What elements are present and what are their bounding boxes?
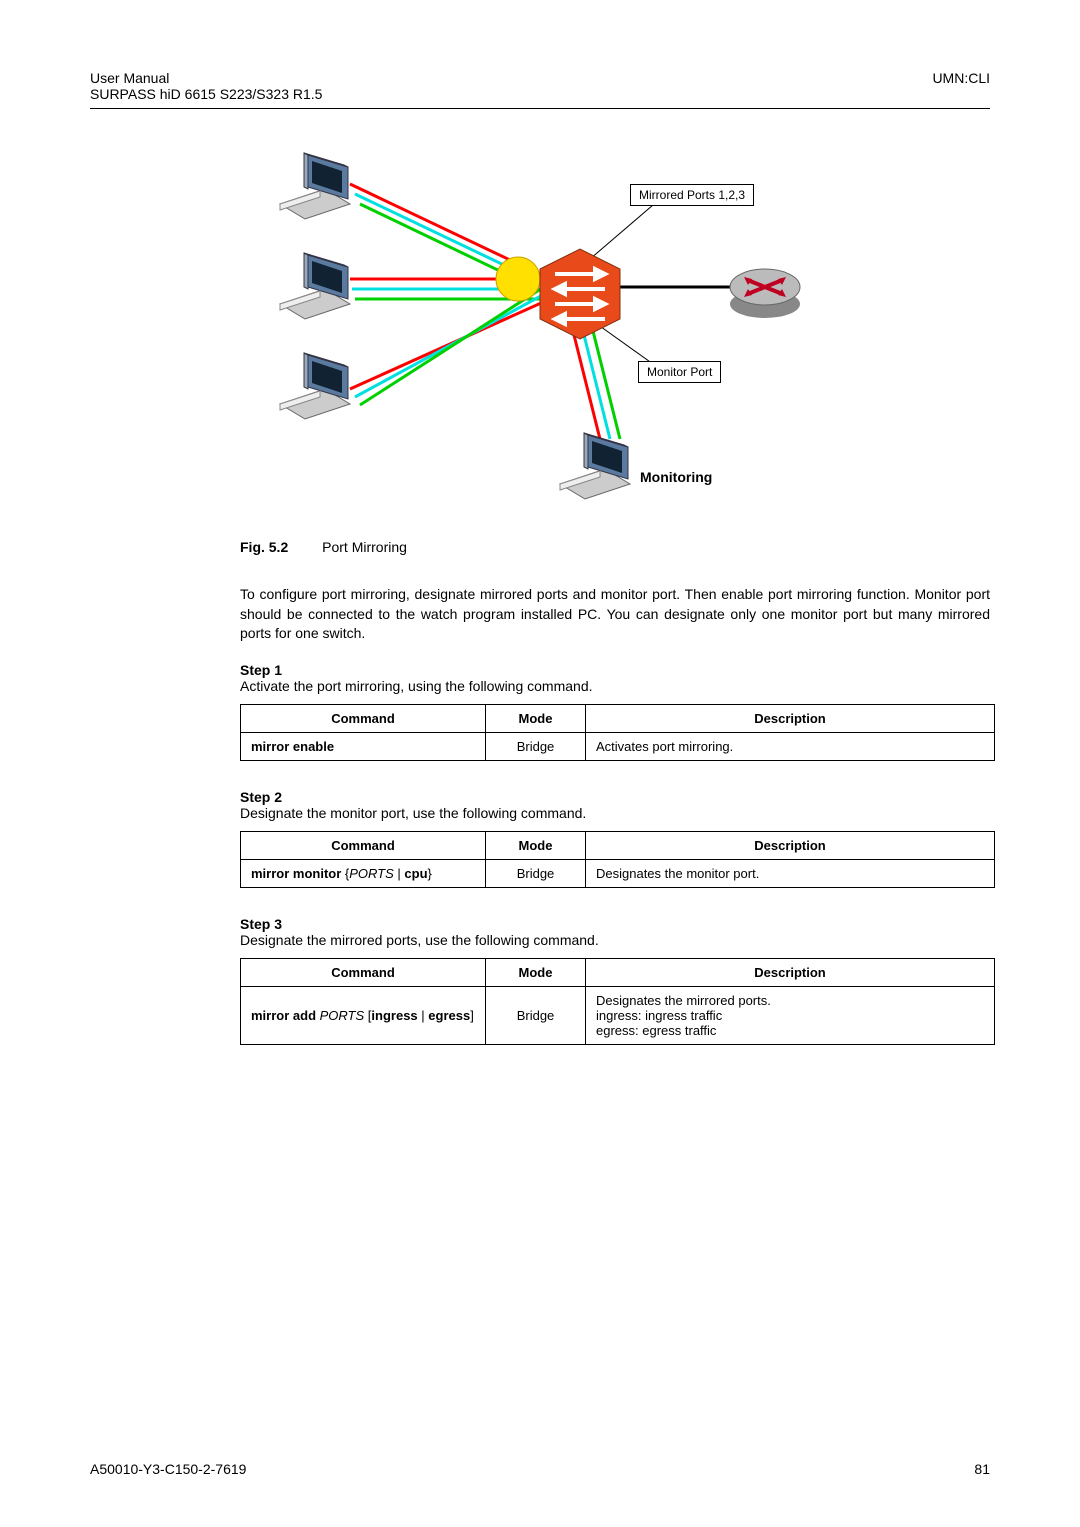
desc-line3: egress: egress traffic [596,1023,984,1038]
step1-heading: Step 1 [240,662,990,678]
th-command: Command [241,831,486,859]
desc-cell: Activates port mirroring. [586,732,995,760]
footer-right: 81 [974,1461,990,1477]
mode-cell: Bridge [486,732,586,760]
cmd-prefix: mirror add [251,1008,320,1023]
th-description: Description [586,704,995,732]
cmd-prefix: mirror monitor [251,866,345,881]
cmd-cpu: cpu [404,866,427,881]
table-row: mirror monitor {PORTS | cpu} Bridge Desi… [241,859,995,887]
page-footer: A50010-Y3-C150-2-7619 81 [90,1461,990,1477]
step1-text: Activate the port mirroring, using the f… [240,678,990,694]
header-subtitle: SURPASS hiD 6615 S223/S323 R1.5 [90,86,322,102]
th-mode: Mode [486,831,586,859]
cmd-pipe: | [418,1008,429,1023]
monitoring-label: Monitoring [640,469,712,485]
th-description: Description [586,958,995,986]
table-row: mirror enable Bridge Activates port mirr… [241,732,995,760]
step3-table: Command Mode Description mirror add PORT… [240,958,995,1045]
mode-cell: Bridge [486,986,586,1044]
th-command: Command [241,958,486,986]
brace-close: } [428,866,432,881]
cmd-ingress: ingress [371,1008,417,1023]
page-header: User Manual SURPASS hiD 6615 S223/S323 R… [90,70,990,102]
desc-line1: Designates the mirrored ports. [596,993,984,1008]
cmd-egress: egress [428,1008,470,1023]
intro-paragraph: To configure port mirroring, designate m… [240,585,990,644]
header-right: UMN:CLI [932,70,990,102]
step2-table: Command Mode Description mirror monitor … [240,831,995,888]
table-header-row: Command Mode Description [241,831,995,859]
monitor-port-label: Monitor Port [638,361,721,383]
cmd-cell: mirror monitor {PORTS | cpu} [241,859,486,887]
th-command: Command [241,704,486,732]
desc-cell: Designates the monitor port. [586,859,995,887]
cmd-ports: PORTS [349,866,394,881]
cmd-ports: PORTS [320,1008,365,1023]
step2-heading: Step 2 [240,789,990,805]
figure-title: Port Mirroring [322,539,407,555]
table-row: mirror add PORTS [ingress | egress] Brid… [241,986,995,1044]
th-mode: Mode [486,704,586,732]
footer-left: A50010-Y3-C150-2-7619 [90,1461,246,1477]
desc-cell: Designates the mirrored ports. ingress: … [586,986,995,1044]
th-description: Description [586,831,995,859]
diagram: Mirrored Ports 1,2,3 Monitor Port Monito… [260,139,820,509]
header-divider [90,108,990,109]
table-header-row: Command Mode Description [241,704,995,732]
step1-table: Command Mode Description mirror enable B… [240,704,995,761]
cmd-text: mirror enable [251,739,334,754]
table-header-row: Command Mode Description [241,958,995,986]
figure-caption: Fig. 5.2 Port Mirroring [240,539,990,555]
mirrored-ports-label: Mirrored Ports 1,2,3 [630,184,754,206]
cmd-cell: mirror add PORTS [ingress | egress] [241,986,486,1044]
step2-text: Designate the monitor port, use the foll… [240,805,990,821]
header-left: User Manual SURPASS hiD 6615 S223/S323 R… [90,70,322,102]
desc-line2: ingress: ingress traffic [596,1008,984,1023]
header-title: User Manual [90,70,322,86]
figure-number: Fig. 5.2 [240,539,288,555]
cmd-cell: mirror enable [241,732,486,760]
cmd-close: ] [470,1008,474,1023]
step3-heading: Step 3 [240,916,990,932]
step3-text: Designate the mirrored ports, use the fo… [240,932,990,948]
th-mode: Mode [486,958,586,986]
mode-cell: Bridge [486,859,586,887]
cmd-pipe: | [394,866,405,881]
